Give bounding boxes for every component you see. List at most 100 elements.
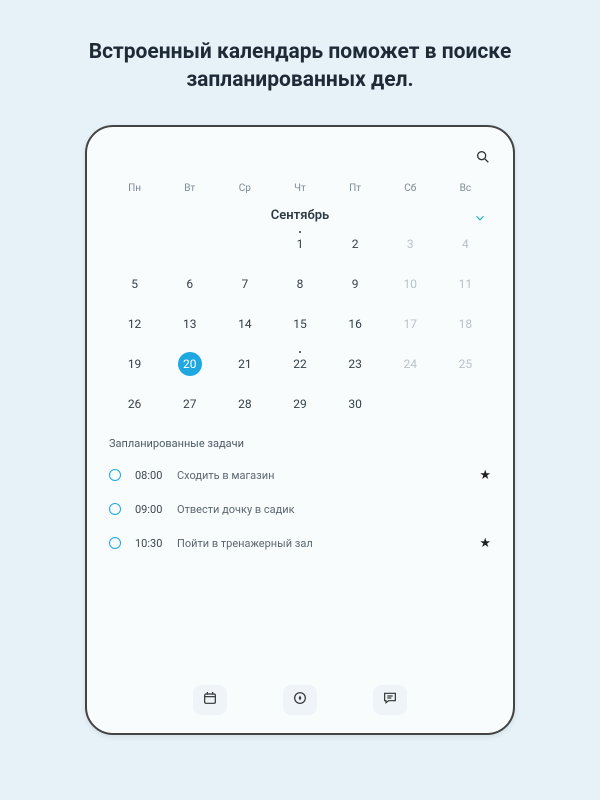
calendar-day[interactable]: 4 bbox=[438, 225, 493, 263]
day-number: 16 bbox=[348, 317, 362, 331]
calendar-day bbox=[162, 225, 217, 263]
top-bar bbox=[107, 149, 493, 169]
day-number: 14 bbox=[238, 317, 252, 331]
calendar-day[interactable]: 6 bbox=[162, 265, 217, 303]
calendar-day[interactable]: 27 bbox=[162, 385, 217, 423]
tablet-frame: Пн Вт Ср Чт Пт Сб Вс Сентябрь 1234567891… bbox=[85, 125, 515, 735]
day-number: 12 bbox=[128, 317, 142, 331]
day-number: 4 bbox=[462, 237, 469, 251]
task-text: Пойти в тренажерный зал bbox=[177, 537, 471, 550]
day-number: 18 bbox=[459, 317, 473, 331]
weekday: Пт bbox=[328, 183, 383, 194]
nav-notes-button[interactable] bbox=[373, 685, 407, 715]
calendar-day[interactable]: 13 bbox=[162, 305, 217, 343]
day-number: 6 bbox=[186, 277, 193, 291]
star-icon[interactable]: ★ bbox=[479, 536, 491, 551]
task-checkbox[interactable] bbox=[109, 469, 121, 481]
day-number: 22 bbox=[293, 357, 307, 371]
weekday: Чт bbox=[272, 183, 327, 194]
calendar-day[interactable]: 24 bbox=[383, 345, 438, 383]
task-row[interactable]: 10:30Пойти в тренажерный зал ★ bbox=[107, 526, 493, 561]
tasks-section-title: Запланированные задачи bbox=[109, 437, 493, 450]
calendar-day[interactable]: 15 bbox=[272, 305, 327, 343]
calendar-icon bbox=[202, 690, 218, 710]
calendar-day[interactable]: 5 bbox=[107, 265, 162, 303]
day-number: 5 bbox=[131, 277, 138, 291]
calendar-day[interactable]: 3 bbox=[383, 225, 438, 263]
day-number: 20 bbox=[178, 352, 202, 376]
calendar-day bbox=[438, 385, 493, 423]
task-checkbox[interactable] bbox=[109, 503, 121, 515]
calendar-day bbox=[217, 225, 272, 263]
calendar-day[interactable]: 11 bbox=[438, 265, 493, 303]
day-number: 3 bbox=[407, 237, 414, 251]
day-number: 1 bbox=[297, 237, 304, 251]
calendar-day[interactable]: 23 bbox=[328, 345, 383, 383]
chat-icon bbox=[382, 690, 398, 710]
calendar-day bbox=[383, 385, 438, 423]
task-text: Сходить в магазин bbox=[177, 469, 471, 482]
day-number: 11 bbox=[459, 277, 473, 291]
weekday: Вт bbox=[162, 183, 217, 194]
task-time: 09:00 bbox=[135, 503, 177, 516]
nav-calendar-button[interactable] bbox=[193, 685, 227, 715]
calendar-day[interactable]: 21 bbox=[217, 345, 272, 383]
weekday-header: Пн Вт Ср Чт Пт Сб Вс bbox=[107, 177, 493, 204]
task-time: 10:30 bbox=[135, 537, 177, 550]
calendar-day[interactable]: 8 bbox=[272, 265, 327, 303]
calendar-day[interactable]: 7 bbox=[217, 265, 272, 303]
calendar-day[interactable]: 25 bbox=[438, 345, 493, 383]
calendar-day[interactable]: 10 bbox=[383, 265, 438, 303]
weekday: Ср bbox=[217, 183, 272, 194]
calendar-day[interactable]: 20 bbox=[162, 345, 217, 383]
task-list: 08:00Сходить в магазин★09:00Отвести дочк… bbox=[107, 458, 493, 561]
day-number: 28 bbox=[238, 397, 252, 411]
calendar-day[interactable]: 9 bbox=[328, 265, 383, 303]
day-number: 13 bbox=[183, 317, 197, 331]
day-number: 26 bbox=[128, 397, 142, 411]
task-checkbox[interactable] bbox=[109, 537, 121, 549]
task-row[interactable]: 09:00Отвести дочку в садик bbox=[107, 493, 493, 526]
compass-icon bbox=[292, 690, 308, 710]
weekday: Вс bbox=[438, 183, 493, 194]
calendar-day[interactable]: 22 bbox=[272, 345, 327, 383]
day-number: 25 bbox=[459, 357, 473, 371]
calendar-day[interactable]: 19 bbox=[107, 345, 162, 383]
star-icon[interactable]: ★ bbox=[479, 468, 491, 483]
month-label: Сентябрь bbox=[107, 208, 493, 223]
day-number: 24 bbox=[404, 357, 418, 371]
day-number: 15 bbox=[293, 317, 307, 331]
calendar-day[interactable]: 29 bbox=[272, 385, 327, 423]
calendar-day[interactable]: 30 bbox=[328, 385, 383, 423]
day-number: 19 bbox=[128, 357, 142, 371]
calendar-day[interactable]: 26 bbox=[107, 385, 162, 423]
calendar-day[interactable]: 28 bbox=[217, 385, 272, 423]
weekday: Пн bbox=[107, 183, 162, 194]
day-number: 10 bbox=[404, 277, 418, 291]
calendar-day[interactable]: 1 bbox=[272, 225, 327, 263]
task-row[interactable]: 08:00Сходить в магазин★ bbox=[107, 458, 493, 493]
day-number: 29 bbox=[293, 397, 307, 411]
day-number: 23 bbox=[348, 357, 362, 371]
page-headline: Встроенный календарь поможет в поиске за… bbox=[0, 0, 600, 115]
search-icon[interactable] bbox=[475, 149, 491, 169]
day-number: 21 bbox=[238, 357, 252, 371]
nav-timer-button[interactable] bbox=[283, 685, 317, 715]
calendar-day[interactable]: 18 bbox=[438, 305, 493, 343]
day-number: 9 bbox=[352, 277, 359, 291]
calendar-day bbox=[107, 225, 162, 263]
day-number: 17 bbox=[404, 317, 418, 331]
calendar-day[interactable]: 14 bbox=[217, 305, 272, 343]
day-number: 30 bbox=[348, 397, 362, 411]
day-number: 8 bbox=[297, 277, 304, 291]
calendar-day[interactable]: 16 bbox=[328, 305, 383, 343]
calendar-day[interactable]: 12 bbox=[107, 305, 162, 343]
day-number: 7 bbox=[241, 277, 248, 291]
weekday: Сб bbox=[383, 183, 438, 194]
calendar-day[interactable]: 17 bbox=[383, 305, 438, 343]
calendar-grid: 1234567891011121314151617181920212223242… bbox=[107, 225, 493, 423]
bottom-nav bbox=[107, 673, 493, 719]
day-number: 27 bbox=[183, 397, 197, 411]
month-row: Сентябрь bbox=[107, 208, 493, 223]
calendar-day[interactable]: 2 bbox=[328, 225, 383, 263]
